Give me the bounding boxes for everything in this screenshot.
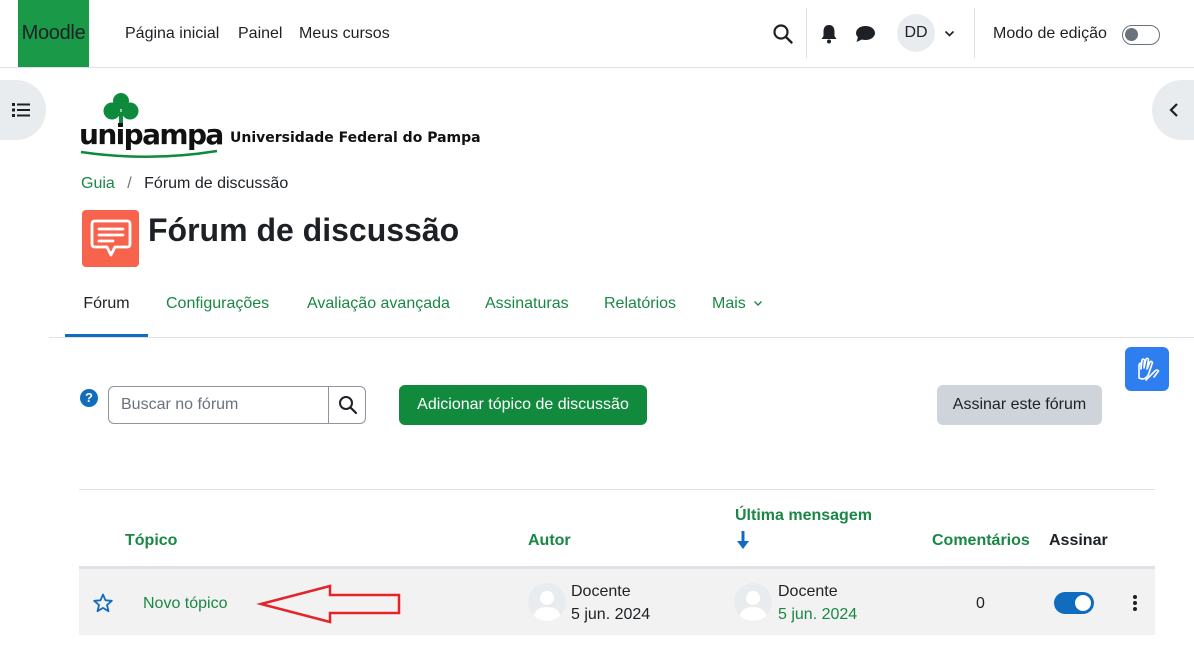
tab-more-label: Mais [712, 295, 746, 312]
add-discussion-topic-button[interactable]: Adicionar tópico de discussão [399, 385, 647, 425]
forum-search-box [108, 386, 366, 424]
moodle-logo[interactable]: Moodle [18, 0, 89, 67]
sign-language-icon [1138, 357, 1160, 381]
kebab-menu-icon[interactable] [1132, 594, 1138, 612]
column-header-subscribe: Assinar [1049, 532, 1108, 549]
last-post-avatar [734, 583, 772, 621]
nav-my-courses-link[interactable]: Meus cursos [299, 0, 390, 67]
top-navbar: Moodle Página inicial Painel Meus cursos… [0, 0, 1194, 68]
tab-subscriptions[interactable]: Assinaturas [485, 283, 569, 337]
speech-bubble-glyph [90, 219, 132, 257]
topic-link[interactable]: Novo tópico [143, 595, 228, 613]
course-index-toggle[interactable] [0, 80, 46, 140]
tab-advanced-grading[interactable]: Avaliação avançada [307, 283, 450, 337]
subscribe-forum-button[interactable]: Assinar este fórum [937, 385, 1102, 425]
toggle-knob [1075, 595, 1091, 611]
table-top-border [79, 489, 1155, 490]
author-avatar [528, 583, 566, 621]
navbar-divider [974, 8, 975, 58]
page-title: Fórum de discussão [148, 212, 460, 248]
forum-search-input[interactable] [109, 387, 328, 423]
active-tab-indicator [65, 334, 148, 337]
breadcrumb-current: Fórum de discussão [144, 175, 289, 192]
nav-dashboard-link[interactable]: Painel [238, 0, 282, 67]
help-icon[interactable]: ? [80, 389, 98, 407]
university-name: Universidade Federal do Pampa [230, 130, 481, 146]
search-icon[interactable] [772, 23, 794, 45]
breadcrumb-separator: / [127, 175, 132, 192]
tab-forum[interactable]: Fórum [65, 283, 148, 337]
chevron-left-icon [1169, 103, 1178, 117]
logo-wordmark: unipampa [79, 118, 224, 151]
forum-icon [82, 210, 139, 267]
accessibility-widget[interactable] [1125, 347, 1169, 391]
toggle-knob [1125, 28, 1138, 41]
column-header-last-post[interactable]: Última mensagem [735, 507, 872, 525]
breadcrumb: Guia / Fórum de discussão [81, 175, 288, 195]
university-logo: unipampa Universidade Federal do Pampa [79, 92, 481, 160]
search-icon [339, 396, 358, 415]
edit-mode-label: Modo de edição [993, 25, 1107, 42]
tab-settings[interactable]: Configurações [166, 283, 269, 337]
column-header-topic[interactable]: Tópico [125, 532, 177, 550]
chevron-down-icon[interactable] [944, 30, 955, 38]
comments-count: 0 [976, 595, 985, 612]
column-header-comments[interactable]: Comentários [932, 532, 1030, 550]
edit-mode-toggle[interactable] [1122, 25, 1160, 45]
logo-swoosh [80, 149, 218, 158]
user-avatar[interactable]: DD [897, 14, 935, 52]
last-post-author: Docente [778, 583, 838, 600]
bell-icon[interactable] [820, 24, 838, 44]
nav-home-link[interactable]: Página inicial [125, 0, 219, 67]
tab-reports[interactable]: Relatórios [604, 283, 676, 337]
author-date: 5 jun. 2024 [571, 606, 651, 623]
chat-icon[interactable] [855, 25, 876, 43]
annotation-arrow [256, 584, 401, 624]
tabs-divider [49, 337, 1194, 338]
arrow-down-icon [737, 531, 749, 549]
last-post-date-link[interactable]: 5 jun. 2024 [778, 606, 857, 624]
author-name: Docente [571, 583, 631, 600]
navbar-divider [806, 8, 807, 58]
chevron-down-icon [754, 301, 763, 307]
list-icon [12, 103, 30, 117]
column-header-author[interactable]: Autor [528, 532, 571, 550]
search-submit-button[interactable] [328, 387, 366, 423]
user-silhouette-icon [739, 591, 767, 621]
block-drawer-toggle[interactable] [1152, 80, 1194, 140]
table-row: Novo tópico Docente 5 jun. 2024 Docente … [79, 569, 1155, 635]
subscribe-discussion-toggle[interactable] [1054, 592, 1094, 614]
star-icon[interactable] [93, 593, 113, 613]
tab-more[interactable]: Mais [712, 283, 763, 337]
breadcrumb-course-link[interactable]: Guia [81, 175, 115, 192]
user-silhouette-icon [533, 591, 561, 621]
